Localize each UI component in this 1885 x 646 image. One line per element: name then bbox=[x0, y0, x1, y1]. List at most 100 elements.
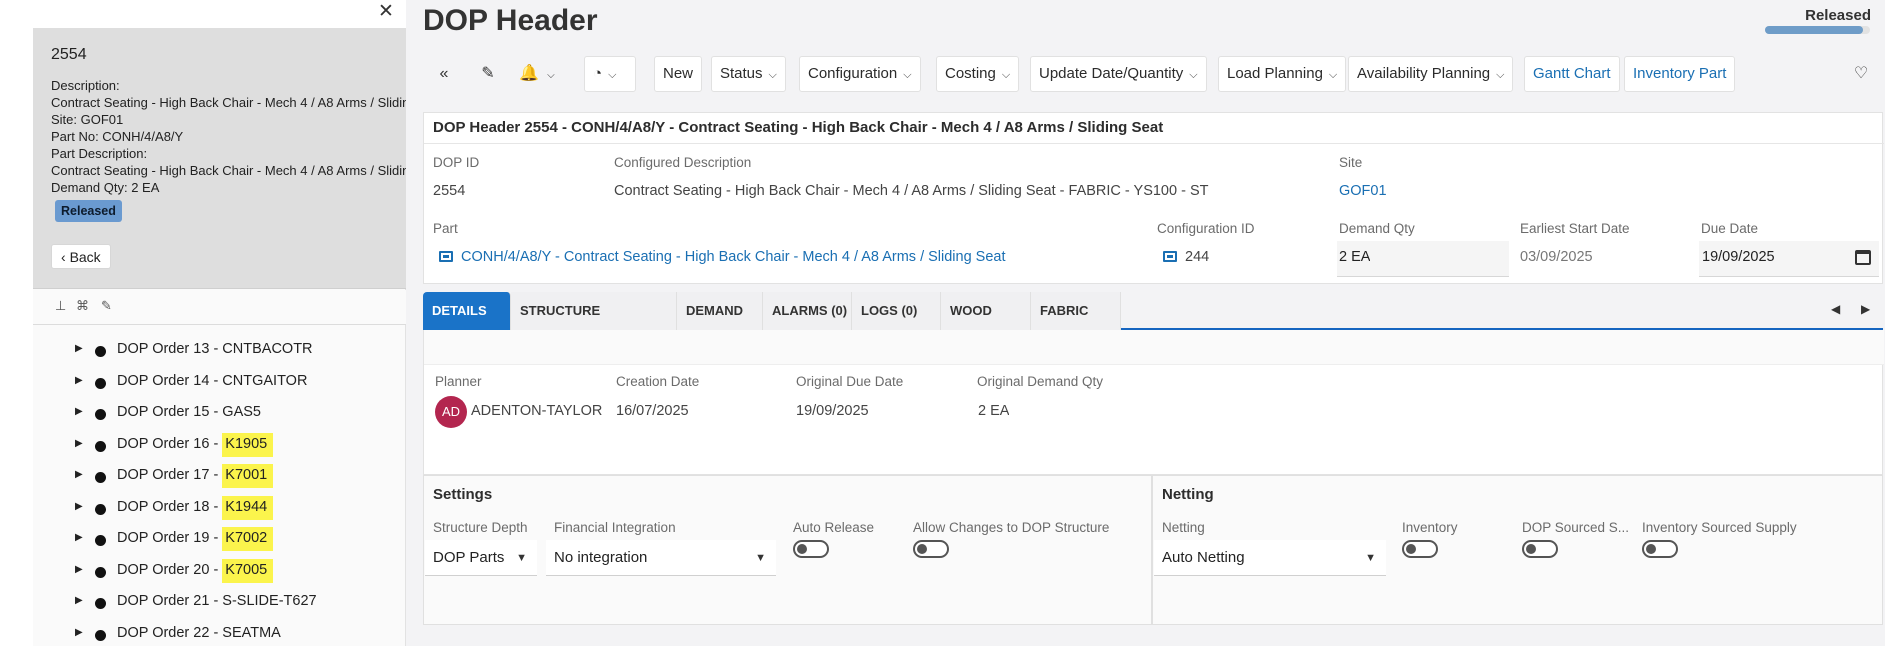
inventory-label: Inventory bbox=[1402, 520, 1458, 535]
tab-details[interactable]: DETAILS bbox=[423, 292, 511, 330]
expand-arrow-icon[interactable]: ▶ bbox=[75, 375, 83, 386]
status-progress-bar bbox=[1765, 26, 1870, 34]
expand-arrow-icon[interactable]: ▶ bbox=[75, 438, 83, 449]
expand-arrow-icon[interactable]: ▶ bbox=[75, 532, 83, 543]
load-planning-menu-button[interactable]: Load Planning ⌵ bbox=[1218, 56, 1347, 92]
tree-item-label: DOP Order 21 - S-SLIDE-T627 bbox=[117, 593, 317, 609]
pie-chart-icon: ◔ bbox=[593, 65, 603, 82]
tab-alarms[interactable]: ALARMS (0) bbox=[763, 292, 852, 330]
back-label: Back bbox=[69, 249, 101, 265]
sidebar-toolbar: ⊥ ⌘ ✎ bbox=[33, 290, 406, 325]
bullet-icon bbox=[95, 346, 106, 357]
pin-icon[interactable]: ⊥ bbox=[55, 298, 66, 314]
structure-depth-label: Structure Depth bbox=[433, 520, 528, 535]
tab-wood[interactable]: WOOD bbox=[941, 292, 1031, 330]
tab-fabric[interactable]: FABRIC bbox=[1031, 292, 1121, 330]
financial-integration-select[interactable]: No integration ▼ bbox=[546, 540, 776, 576]
gantt-chart-link[interactable]: Gantt Chart bbox=[1524, 56, 1620, 92]
bullet-icon bbox=[95, 472, 106, 483]
avatar: AD bbox=[435, 396, 467, 428]
part-label: Part bbox=[433, 221, 458, 236]
tab-logs[interactable]: LOGS (0) bbox=[852, 292, 941, 330]
settings-title: Settings bbox=[433, 486, 493, 503]
expand-arrow-icon[interactable]: ▶ bbox=[75, 406, 83, 417]
notification-icon[interactable]: 🔔 ⌵ bbox=[511, 56, 563, 92]
configuration-id-field[interactable]: 244 bbox=[1163, 249, 1209, 265]
configuration-id-value: 244 bbox=[1185, 249, 1210, 265]
structure-depth-select[interactable]: DOP Parts ▼ bbox=[425, 540, 537, 576]
netting-value: Auto Netting bbox=[1162, 549, 1245, 566]
sidebar-details: Description: Contract Seating - High Bac… bbox=[51, 77, 406, 196]
update-date-quantity-menu-button[interactable]: Update Date/Quantity ⌵ bbox=[1030, 56, 1207, 92]
tree-item[interactable]: ▶ DOP Order 20 - K7005 bbox=[33, 557, 406, 589]
calendar-icon[interactable] bbox=[1855, 250, 1871, 265]
bullet-icon bbox=[95, 629, 106, 641]
expand-arrow-icon[interactable]: ▶ bbox=[75, 627, 83, 638]
sidebar-line: Description: bbox=[51, 78, 120, 93]
tree-item[interactable]: ▶ DOP Order 16 - K1905 bbox=[33, 431, 406, 463]
availability-planning-menu-button[interactable]: Availability Planning ⌵ bbox=[1348, 56, 1514, 92]
structure-depth-value: DOP Parts bbox=[433, 549, 505, 566]
tree-item[interactable]: ▶ DOP Order 21 - S-SLIDE-T627 bbox=[33, 588, 406, 620]
edit-icon[interactable]: ✎ bbox=[101, 298, 112, 314]
costing-menu-button[interactable]: Costing ⌵ bbox=[936, 56, 1020, 92]
button-label: Costing bbox=[945, 65, 996, 82]
chevron-down-icon: ⌵ bbox=[1189, 69, 1198, 81]
edit-icon[interactable]: ✎ bbox=[467, 56, 509, 92]
inventory-part-link[interactable]: Inventory Part bbox=[1624, 56, 1736, 92]
tree-item[interactable]: ▶ DOP Order 22 - SEATMA bbox=[33, 620, 406, 646]
dop-sourced-supply-toggle[interactable] bbox=[1522, 540, 1558, 558]
inventory-sourced-supply-toggle[interactable] bbox=[1642, 540, 1678, 558]
structure-icon[interactable]: ⌘ bbox=[76, 298, 89, 314]
original-due-date-value: 19/09/2025 bbox=[796, 403, 869, 419]
tab-scroll-right-icon[interactable]: ▶ bbox=[1861, 302, 1870, 316]
highlighted-part-no: K7005 bbox=[222, 558, 274, 583]
close-icon[interactable]: ✕ bbox=[376, 2, 396, 22]
demand-qty-value: 2 EA bbox=[1339, 249, 1371, 265]
tree-item[interactable]: ▶ DOP Order 19 - K7002 bbox=[33, 525, 406, 557]
collapse-icon[interactable]: « bbox=[423, 56, 465, 92]
tab-demand[interactable]: DEMAND bbox=[677, 292, 763, 330]
auto-release-toggle[interactable] bbox=[793, 540, 829, 558]
favorite-heart-icon[interactable]: ♡ bbox=[1840, 56, 1882, 92]
bullet-icon bbox=[95, 566, 106, 578]
tree-item-label: DOP Order 15 - GAS5 bbox=[117, 404, 261, 420]
tree-item-prefix: DOP Order 19 - bbox=[117, 530, 223, 546]
allow-changes-toggle[interactable] bbox=[913, 540, 949, 558]
sidebar-line: Part Description: bbox=[51, 146, 148, 161]
tree-item-label: DOP Order 19 - K7002 bbox=[117, 527, 274, 551]
new-button[interactable]: New bbox=[654, 56, 703, 92]
caret-down-icon: ▼ bbox=[516, 552, 527, 564]
auto-release-label: Auto Release bbox=[793, 520, 875, 535]
details-strip bbox=[424, 330, 1884, 365]
dop-id-label: DOP ID bbox=[433, 155, 480, 170]
sidebar-line: Contract Seating - High Back Chair - Mec… bbox=[51, 163, 406, 178]
tree-item[interactable]: ▶ DOP Order 14 - CNTGAITOR bbox=[33, 368, 406, 400]
expand-arrow-icon[interactable]: ▶ bbox=[75, 501, 83, 512]
configuration-menu-button[interactable]: Configuration ⌵ bbox=[799, 56, 921, 92]
sidebar-line: Demand Qty: 2 EA bbox=[51, 180, 160, 195]
tree-item[interactable]: ▶ DOP Order 17 - K7001 bbox=[33, 462, 406, 494]
part-link[interactable]: CONH/4/A8/Y - Contract Seating - High Ba… bbox=[439, 249, 1006, 265]
expand-arrow-icon[interactable]: ▶ bbox=[75, 343, 83, 354]
inventory-toggle[interactable] bbox=[1402, 540, 1438, 558]
tree-item[interactable]: ▶ DOP Order 18 - K1944 bbox=[33, 494, 406, 526]
caret-down-icon: ▼ bbox=[755, 552, 766, 564]
expand-arrow-icon[interactable]: ▶ bbox=[75, 469, 83, 480]
details-panel: Planner AD ADENTON-TAYLOR Creation Date … bbox=[423, 330, 1884, 475]
status-menu-button[interactable]: Status ⌵ bbox=[711, 56, 786, 92]
sidebar-summary: ✕ 2554 Description: Contract Seating - H… bbox=[33, 0, 406, 289]
netting-select[interactable]: Auto Netting ▼ bbox=[1154, 540, 1386, 576]
netting-panel: Netting Netting Auto Netting ▼ Inventory … bbox=[1152, 475, 1883, 625]
tab-structure-multilevel[interactable]: STRUCTURE MULTILEVEL bbox=[511, 292, 677, 356]
expand-arrow-icon[interactable]: ▶ bbox=[75, 595, 83, 606]
tree-item[interactable]: ▶ DOP Order 13 - CNTBACOTR bbox=[33, 336, 406, 368]
analytics-menu-button[interactable]: ◔ ⌵ bbox=[584, 56, 636, 92]
record-title: DOP Header 2554 - CONH/4/A8/Y - Contract… bbox=[433, 119, 1164, 136]
site-link[interactable]: GOF01 bbox=[1339, 183, 1387, 199]
back-button[interactable]: ‹ Back bbox=[51, 244, 111, 269]
expand-arrow-icon[interactable]: ▶ bbox=[75, 564, 83, 575]
tree-item-label: DOP Order 16 - K1905 bbox=[117, 432, 274, 457]
tab-scroll-left-icon[interactable]: ◀ bbox=[1831, 302, 1840, 316]
tree-item[interactable]: ▶ DOP Order 15 - GAS5 bbox=[33, 399, 406, 431]
